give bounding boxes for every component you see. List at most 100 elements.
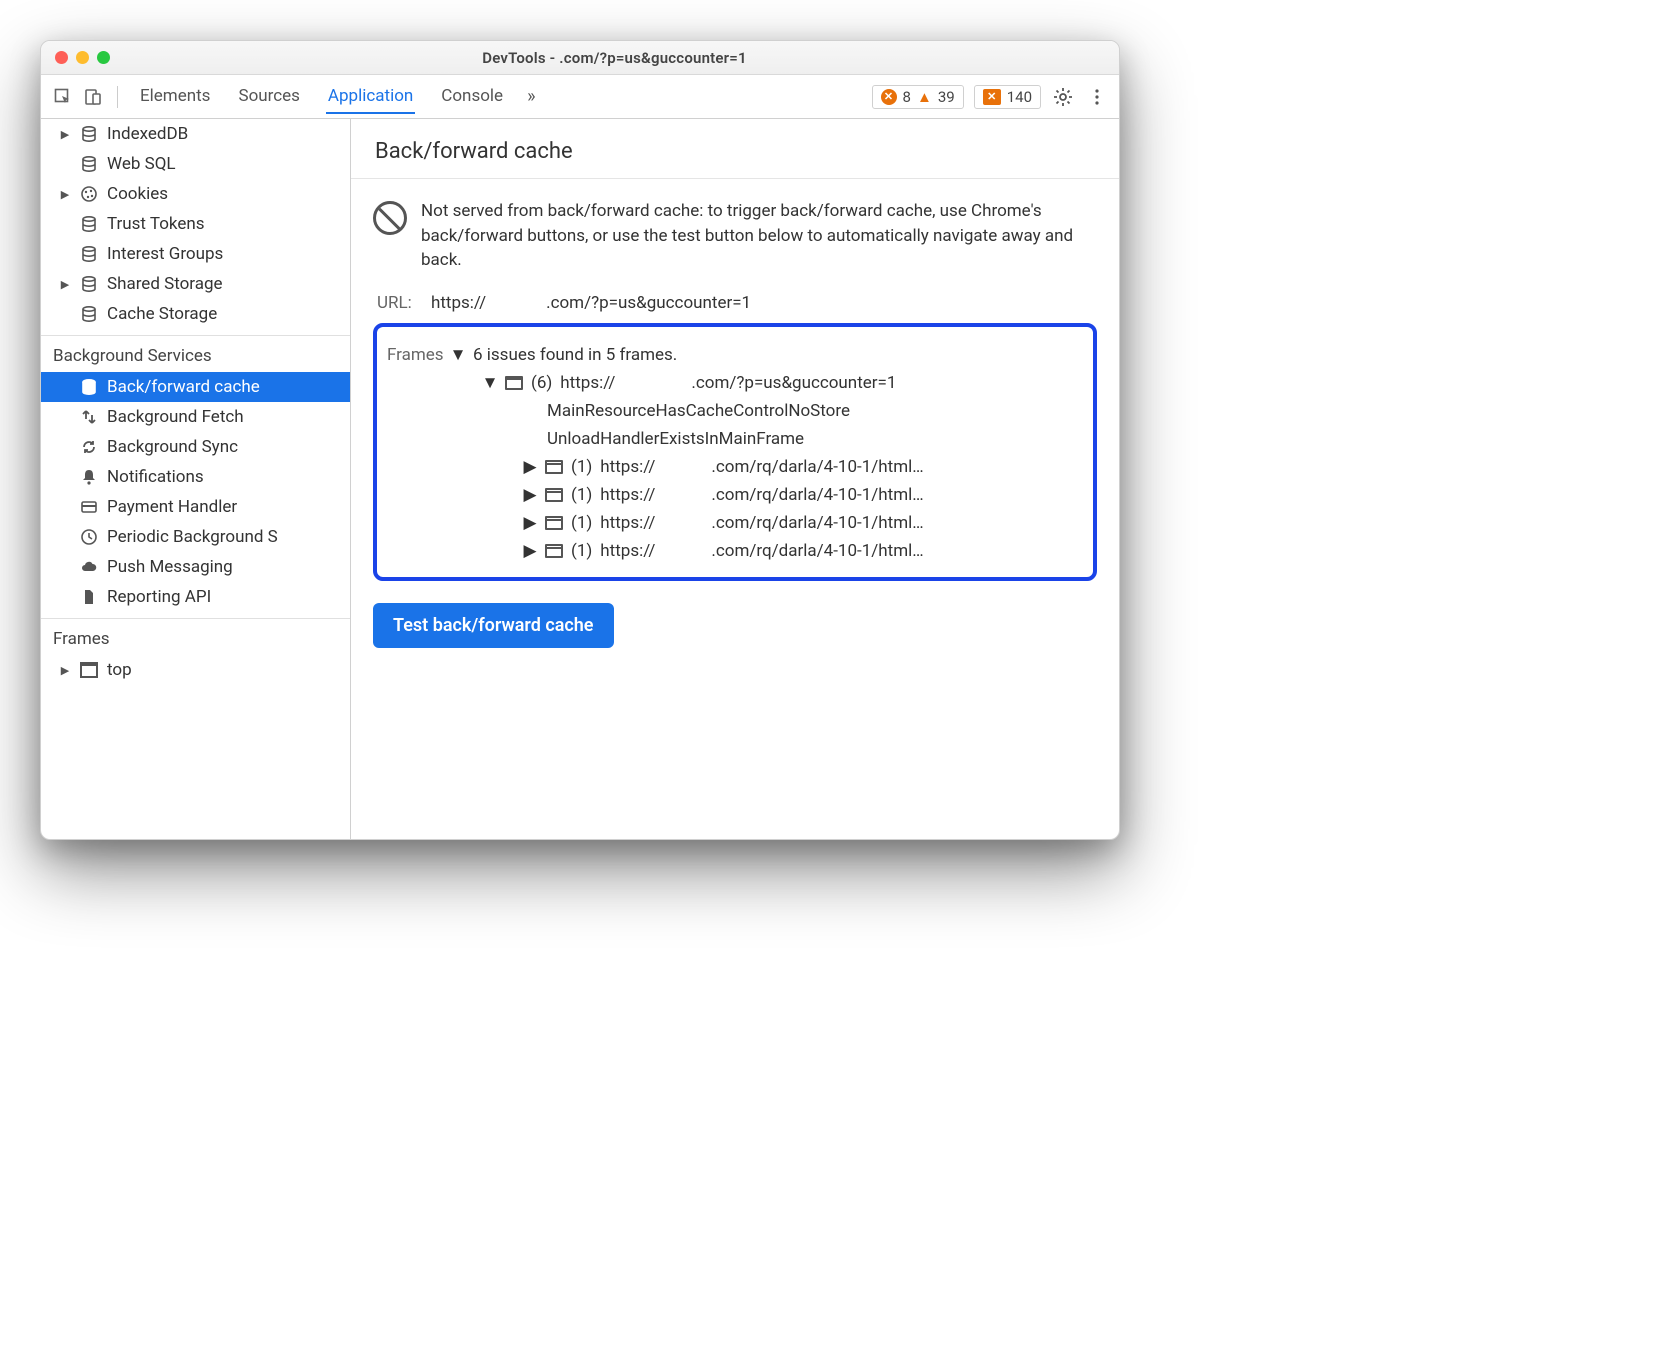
url-row: URL: https://.com/?p=us&guccounter=1 <box>377 293 1097 313</box>
sidebar-item-web-sql[interactable]: Web SQL <box>41 149 350 179</box>
gear-icon[interactable] <box>1051 85 1075 109</box>
sidebar-item-notifications[interactable]: Notifications <box>41 462 350 492</box>
cloud-icon <box>79 557 99 577</box>
sidebar-item-label: Interest Groups <box>107 244 223 264</box>
db-icon <box>79 214 99 234</box>
sidebar-item-background-fetch[interactable]: Background Fetch <box>41 402 350 432</box>
sidebar-item-label: Background Sync <box>107 437 238 457</box>
minimize-icon[interactable] <box>76 51 89 64</box>
tab-elements[interactable]: Elements <box>138 80 212 114</box>
devtools-window: DevTools - .com/?p=us&guccounter=1 Eleme… <box>40 40 1120 840</box>
db-icon <box>79 154 99 174</box>
sync-icon <box>79 437 99 457</box>
device-toggle-icon[interactable] <box>81 85 105 109</box>
sidebar-item-label: Web SQL <box>107 154 176 174</box>
sidebar-item-label: Trust Tokens <box>107 214 205 234</box>
url-value: https://.com/?p=us&guccounter=1 <box>431 293 751 313</box>
sidebar-item-interest-groups[interactable]: Interest Groups <box>41 239 350 269</box>
sidebar-section-bg: Background Services <box>41 335 350 372</box>
subframe-row[interactable]: ▶ (1) https://.com/rq/darla/4-10-1/html… <box>387 537 1083 565</box>
clock-icon <box>79 527 99 547</box>
subframe-icon <box>545 460 563 474</box>
sidebar-item-shared-storage[interactable]: ▶ Shared Storage <box>41 269 350 299</box>
fetch-icon <box>79 407 99 427</box>
bell-icon <box>79 467 99 487</box>
db-icon <box>79 304 99 324</box>
doc-icon <box>79 587 99 607</box>
error-icon: ✕ <box>881 89 897 105</box>
sidebar-item-label: Shared Storage <box>107 274 223 294</box>
sidebar-item-push-messaging[interactable]: Push Messaging <box>41 552 350 582</box>
sidebar-item-periodic-background-s[interactable]: Periodic Background S <box>41 522 350 552</box>
sidebar-item-cache-storage[interactable]: Cache Storage <box>41 299 350 329</box>
frames-highlight-box: Frames ▼ 6 issues found in 5 frames. ▼ (… <box>373 323 1097 581</box>
sidebar-item-background-sync[interactable]: Background Sync <box>41 432 350 462</box>
chevron-right-icon[interactable]: ▶ <box>523 457 537 477</box>
sidebar-item-back-forward-cache[interactable]: Back/forward cache <box>41 372 350 402</box>
issues-count: 140 <box>1007 88 1032 106</box>
chevron-right-icon[interactable]: ▶ <box>523 541 537 561</box>
frames-label: Frames <box>387 345 443 365</box>
url-label: URL: <box>377 293 421 313</box>
frame-count: (1) <box>571 457 592 477</box>
chevron-right-icon: ▶ <box>59 664 71 677</box>
chevron-down-icon[interactable]: ▼ <box>451 345 465 365</box>
tab-sources[interactable]: Sources <box>236 80 301 114</box>
sidebar-item-frame-top[interactable]: ▶ top <box>41 655 350 685</box>
subframe-row[interactable]: ▶ (1) https://.com/rq/darla/4-10-1/html… <box>387 509 1083 537</box>
close-icon[interactable] <box>55 51 68 64</box>
status-message: Not served from back/forward cache: to t… <box>421 199 1097 273</box>
sidebar-item-label: Periodic Background S <box>107 527 278 547</box>
subframe-icon <box>545 544 563 558</box>
bfcache-reason: UnloadHandlerExistsInMainFrame <box>387 425 1083 453</box>
card-icon <box>79 497 99 517</box>
sidebar-item-indexeddb[interactable]: ▶ IndexedDB <box>41 119 350 149</box>
sidebar-item-label: Cache Storage <box>107 304 217 324</box>
panel-tabs: Elements Sources Application Console <box>138 80 505 114</box>
sidebar-item-trust-tokens[interactable]: Trust Tokens <box>41 209 350 239</box>
window-controls <box>55 51 110 64</box>
frame-count: (1) <box>571 541 592 561</box>
sidebar-item-label: Reporting API <box>107 587 211 607</box>
kebab-icon[interactable] <box>1085 85 1109 109</box>
top-frame-row[interactable]: ▼ (6) https://.com/?p=us&guccounter=1 <box>387 369 1083 397</box>
bfcache-reason: MainResourceHasCacheControlNoStore <box>387 397 1083 425</box>
subframe-row[interactable]: ▶ (1) https://.com/rq/darla/4-10-1/html… <box>387 453 1083 481</box>
cookie-icon <box>79 184 99 204</box>
divider-icon <box>117 86 118 108</box>
frame-icon <box>79 660 99 680</box>
subframe-icon <box>545 516 563 530</box>
warning-icon: ▲ <box>917 88 932 106</box>
sidebar-item-label: Background Fetch <box>107 407 244 427</box>
sidebar-item-reporting-api[interactable]: Reporting API <box>41 582 350 612</box>
subframe-icon <box>545 488 563 502</box>
db-icon <box>79 244 99 264</box>
sidebar-item-cookies[interactable]: ▶ Cookies <box>41 179 350 209</box>
db-icon <box>79 124 99 144</box>
db-icon <box>79 274 99 294</box>
content-body: Not served from back/forward cache: to t… <box>351 179 1119 668</box>
console-counter[interactable]: ✕ 8 ▲ 39 <box>872 85 964 109</box>
test-bfcache-button[interactable]: Test back/forward cache <box>373 603 614 648</box>
tab-console[interactable]: Console <box>439 80 505 114</box>
frame-count: (6) <box>531 373 552 393</box>
tab-application[interactable]: Application <box>326 80 415 114</box>
warning-count: 39 <box>938 88 955 106</box>
tabs-more-icon[interactable]: » <box>527 86 535 107</box>
sidebar-item-payment-handler[interactable]: Payment Handler <box>41 492 350 522</box>
sidebar-item-label: Push Messaging <box>107 557 233 577</box>
sidebar-section-frames: Frames <box>41 618 350 655</box>
chevron-right-icon[interactable]: ▶ <box>523 513 537 533</box>
chevron-down-icon[interactable]: ▼ <box>483 373 497 393</box>
frame-count: (1) <box>571 485 592 505</box>
sidebar-item-label: Payment Handler <box>107 497 237 517</box>
blocked-icon <box>373 201 407 235</box>
zoom-icon[interactable] <box>97 51 110 64</box>
subframe-row[interactable]: ▶ (1) https://.com/rq/darla/4-10-1/html… <box>387 481 1083 509</box>
issues-counter[interactable]: ✕ 140 <box>974 85 1041 109</box>
sidebar-item-label: Cookies <box>107 184 168 204</box>
chevron-right-icon[interactable]: ▶ <box>523 485 537 505</box>
frames-summary-row[interactable]: Frames ▼ 6 issues found in 5 frames. <box>387 341 1083 369</box>
inspect-icon[interactable] <box>51 85 75 109</box>
error-count: 8 <box>903 88 911 106</box>
